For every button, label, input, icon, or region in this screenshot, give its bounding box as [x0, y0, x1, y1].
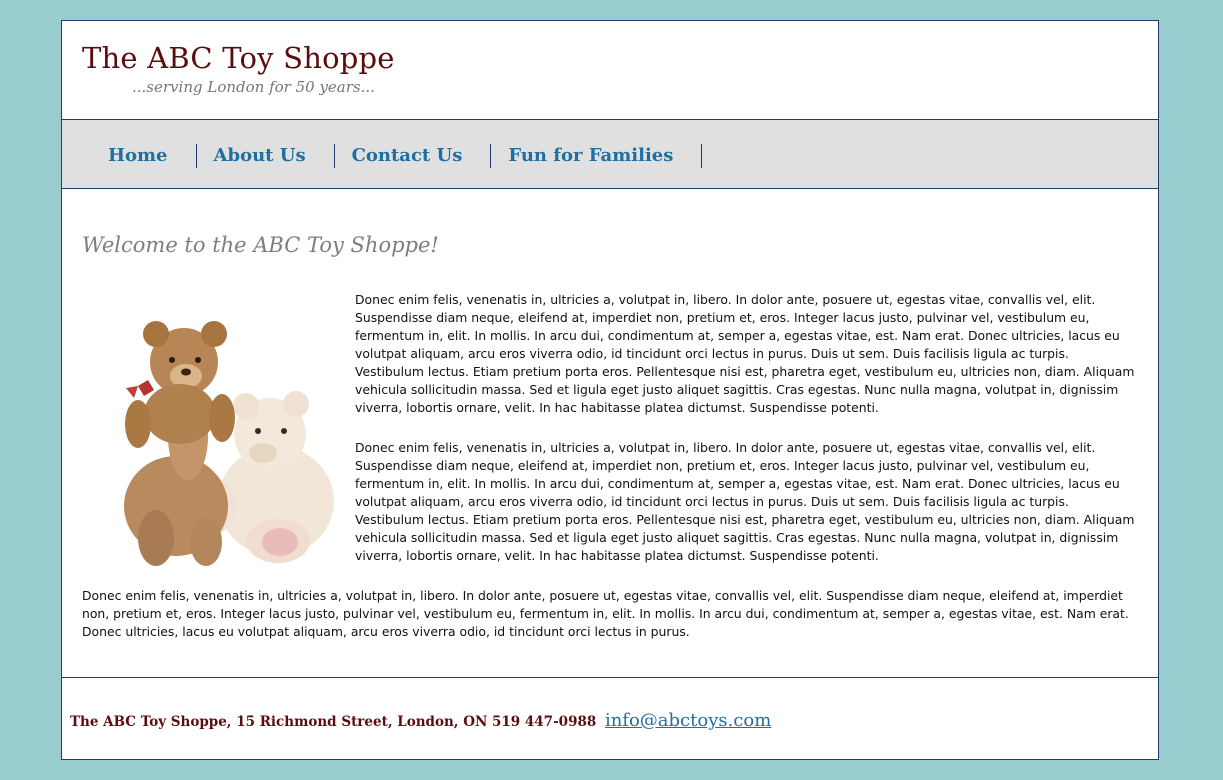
site-tagline: ...serving London for 50 years... [132, 78, 375, 96]
body-paragraph-3: Donec enim felis, venenatis in, ultricie… [82, 588, 1129, 639]
nav-link-fun-for-families[interactable]: Fun for Families [491, 144, 703, 168]
teddy-bears-image [124, 321, 334, 566]
site-header: The ABC Toy Shoppe ...serving London for… [62, 21, 1158, 120]
body-paragraph-2: Donec enim felis, venenatis in, ultricie… [355, 440, 1135, 563]
nav-link-home[interactable]: Home [91, 144, 197, 168]
footer-contact: The ABC Toy Shoppe, 15 Richmond Street, … [70, 710, 771, 731]
welcome-heading: Welcome to the ABC Toy Shoppe! [82, 233, 439, 257]
nav-link-about-us[interactable]: About Us [197, 144, 335, 168]
nav-list: Home About Us Contact Us Fun for Familie… [91, 144, 703, 168]
main-navigation: Home About Us Contact Us Fun for Familie… [62, 120, 1158, 189]
body-paragraph-1: Donec enim felis, venenatis in, ultricie… [355, 292, 1135, 415]
site-title: The ABC Toy Shoppe [82, 41, 395, 75]
nav-link-contact-us[interactable]: Contact Us [335, 144, 492, 168]
footer-address: The ABC Toy Shoppe, 15 Richmond Street, … [70, 714, 597, 730]
page-container: The ABC Toy Shoppe ...serving London for… [61, 20, 1159, 760]
footer-email-link[interactable]: info@abctoys.com [605, 710, 771, 731]
site-footer: The ABC Toy Shoppe, 15 Richmond Street, … [62, 677, 1158, 760]
